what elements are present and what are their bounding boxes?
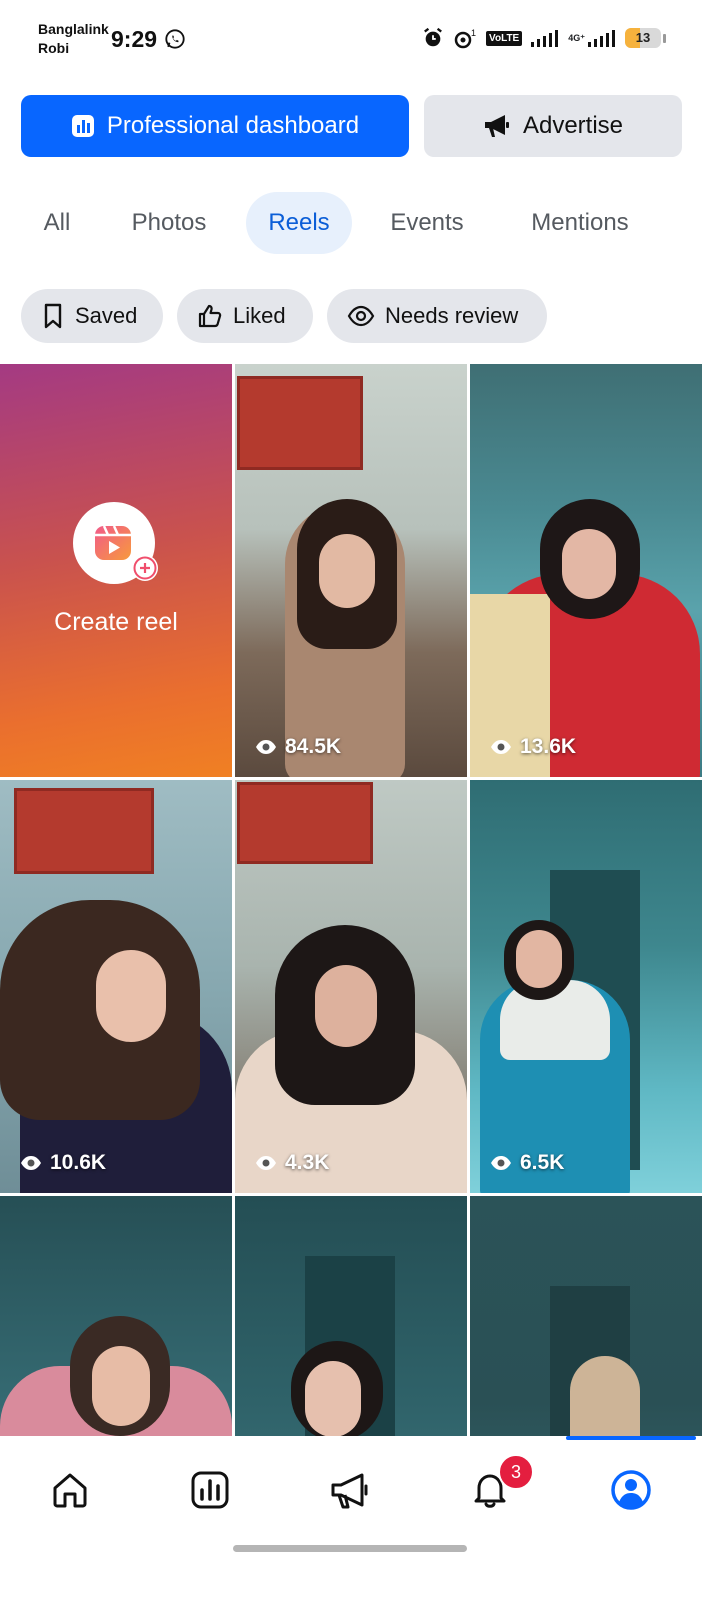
battery-indicator: 13	[625, 28, 661, 48]
battery-level: 13	[635, 30, 651, 45]
tab-all[interactable]: All	[21, 192, 93, 254]
clock: 9:29	[111, 26, 158, 52]
create-reel-icon-circle	[73, 502, 158, 584]
reel-thumbnail[interactable]: 10.6K	[0, 780, 232, 1193]
liked-filter-chip[interactable]: Liked	[177, 289, 313, 343]
reels-grid: Create reel 84.5K 13.6K 10.6K 4.3K 6.5K	[0, 364, 702, 1436]
wall-poster	[14, 788, 154, 874]
eye-icon	[21, 1156, 41, 1170]
status-bar: Banglalink Robi 9:29 1 VoLTE 4G⁺ 13	[0, 0, 716, 80]
signal-icon-2	[588, 30, 615, 47]
bookmark-icon	[44, 303, 62, 329]
carrier-names: Banglalink Robi	[38, 20, 109, 58]
tab-photos[interactable]: Photos	[107, 192, 231, 254]
face-shape	[516, 930, 562, 988]
tab-mentions[interactable]: Mentions	[505, 192, 655, 254]
carrier-1: Banglalink	[38, 21, 109, 37]
eye-icon	[347, 305, 375, 327]
reel-thumbnail[interactable]: 13.6K	[470, 364, 702, 777]
face-shape	[315, 965, 377, 1047]
insights-icon	[191, 1471, 229, 1509]
tab-events[interactable]: Events	[369, 192, 485, 254]
wall-poster	[237, 782, 373, 864]
megaphone-icon	[331, 1473, 368, 1509]
svg-text:1: 1	[471, 28, 476, 38]
wall-poster	[237, 376, 363, 470]
reels-create-icon	[95, 525, 158, 581]
notification-badge: 3	[498, 1454, 534, 1490]
create-reel-label: Create reel	[54, 608, 178, 636]
reel-thumbnail[interactable]	[235, 1196, 467, 1436]
eye-icon	[491, 1156, 511, 1170]
needs-review-filter-chip[interactable]: Needs review	[327, 289, 547, 343]
tab-reels[interactable]: Reels	[246, 192, 352, 254]
carrier-2: Robi	[38, 40, 70, 56]
view-count-value: 84.5K	[285, 735, 342, 758]
network-type: 4G⁺	[568, 32, 585, 43]
profile-icon	[611, 1470, 651, 1510]
view-count-value: 4.3K	[285, 1151, 330, 1174]
view-count-value: 10.6K	[50, 1151, 107, 1174]
professional-dashboard-label: Professional dashboard	[106, 112, 360, 139]
face-shape	[96, 950, 166, 1042]
create-reel-tile[interactable]: Create reel	[0, 364, 232, 777]
view-count: 84.5K	[255, 735, 341, 759]
reel-thumbnail[interactable]	[470, 1196, 702, 1436]
status-icons: 1 VoLTE 4G⁺ 13	[422, 27, 666, 49]
bottom-navigation: 3	[0, 1436, 716, 1600]
advertise-label: Advertise	[522, 112, 624, 139]
reel-thumbnail[interactable]	[0, 1196, 232, 1436]
top-actions: Professional dashboard Advertise	[21, 95, 682, 157]
reel-thumbnail[interactable]: 4.3K	[235, 780, 467, 1193]
system-home-indicator[interactable]	[233, 1545, 467, 1552]
home-icon	[53, 1473, 87, 1508]
whatsapp-icon	[165, 29, 185, 49]
professional-dashboard-button[interactable]: Professional dashboard	[21, 95, 409, 157]
face-shape	[319, 534, 375, 608]
view-count: 4.3K	[255, 1151, 329, 1175]
saved-filter-label: Saved	[75, 303, 138, 328]
eye-icon	[256, 1156, 276, 1170]
eye-icon	[256, 740, 276, 754]
view-count-value: 13.6K	[520, 735, 577, 758]
face-shape	[305, 1361, 361, 1436]
signal-icon-1	[531, 30, 559, 47]
needs-review-filter-label: Needs review	[385, 303, 519, 328]
hotspot-icon: 1	[454, 28, 476, 49]
nav-insights[interactable]	[180, 1460, 240, 1520]
nav-advertise[interactable]	[320, 1460, 380, 1520]
active-tab-indicator	[566, 1436, 696, 1440]
hair-shape	[570, 1356, 640, 1436]
eye-icon	[491, 740, 511, 754]
view-count: 10.6K	[20, 1151, 106, 1175]
face-shape	[92, 1346, 150, 1426]
thumbs-up-icon	[198, 304, 222, 328]
advertise-button[interactable]: Advertise	[424, 95, 682, 157]
dashboard-chart-icon	[71, 115, 94, 137]
volte-indicator: VoLTE	[486, 30, 523, 46]
liked-filter-label: Liked	[233, 303, 286, 328]
view-count-value: 6.5K	[520, 1151, 565, 1174]
view-count: 13.6K	[490, 735, 576, 759]
alarm-icon	[424, 27, 442, 47]
nav-home[interactable]	[40, 1460, 100, 1520]
saved-filter-chip[interactable]: Saved	[21, 289, 163, 343]
battery-tip	[663, 33, 666, 43]
view-count: 6.5K	[490, 1151, 564, 1175]
nav-profile[interactable]	[601, 1460, 661, 1520]
megaphone-icon	[484, 115, 509, 137]
reel-thumbnail[interactable]: 84.5K	[235, 364, 467, 777]
face-shape	[562, 529, 616, 599]
reel-thumbnail[interactable]: 6.5K	[470, 780, 702, 1193]
